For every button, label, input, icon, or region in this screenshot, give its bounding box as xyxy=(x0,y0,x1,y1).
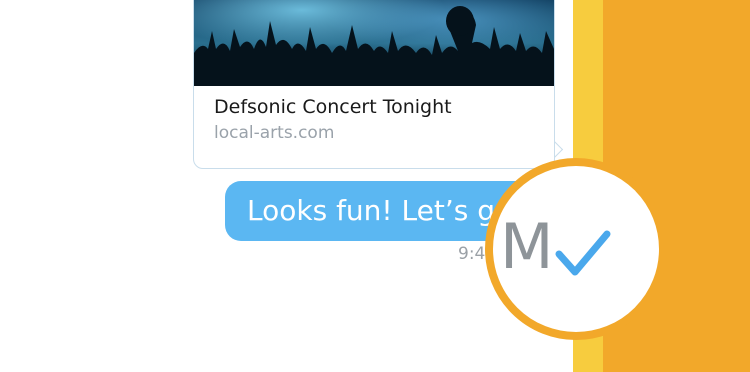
concert-crowd-image xyxy=(194,0,554,86)
checkmark-icon xyxy=(555,230,611,276)
message-text: Looks fun! Let’s go xyxy=(247,194,513,227)
link-preview-card[interactable]: Defsonic Concert Tonight local-arts.com xyxy=(193,0,555,169)
link-title: Defsonic Concert Tonight xyxy=(214,96,452,118)
message-timestamp: 9:4 xyxy=(458,244,486,264)
link-domain: local-arts.com xyxy=(214,123,335,143)
magnified-time-fragment: M xyxy=(500,210,554,283)
magnified-read-receipt: M xyxy=(485,158,667,340)
chat-screen: Defsonic Concert Tonight local-arts.com … xyxy=(0,0,750,372)
